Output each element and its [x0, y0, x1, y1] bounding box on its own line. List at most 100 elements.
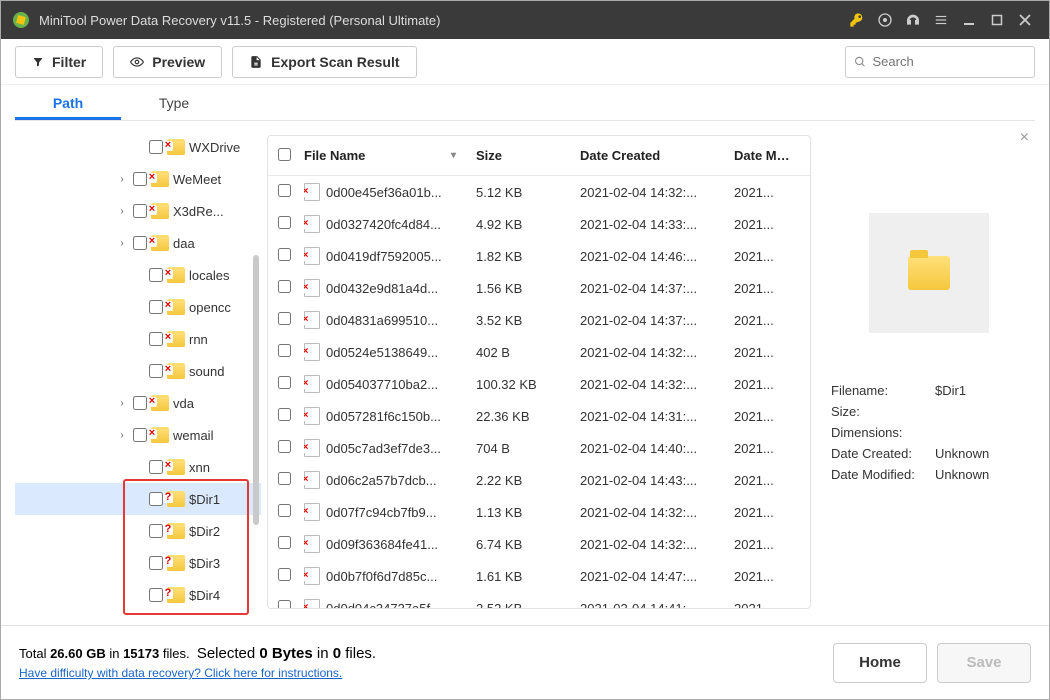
column-name[interactable]: File Name▾ — [304, 148, 476, 163]
tree-checkbox[interactable] — [149, 556, 163, 570]
column-modified[interactable]: Date Modif — [734, 148, 800, 163]
key-icon[interactable] — [843, 6, 871, 34]
tree-node[interactable]: $Dir3 — [15, 547, 261, 579]
row-checkbox[interactable] — [278, 408, 291, 421]
row-checkbox[interactable] — [278, 248, 291, 261]
row-checkbox[interactable] — [278, 216, 291, 229]
file-row[interactable]: 0d0419df7592005...1.82 KB2021-02-04 14:4… — [268, 240, 810, 272]
file-size: 2.52 KB — [476, 601, 580, 609]
file-size: 1.82 KB — [476, 249, 580, 264]
tree-node-label: locales — [189, 268, 229, 283]
tree-checkbox[interactable] — [149, 588, 163, 602]
preview-close-icon[interactable]: × — [1020, 129, 1029, 147]
tree-checkbox[interactable] — [149, 524, 163, 538]
expander-icon[interactable]: › — [115, 174, 129, 185]
tree-checkbox[interactable] — [133, 428, 147, 442]
meta-created-key: Date Created: — [831, 446, 935, 461]
titlebar: MiniTool Power Data Recovery v11.5 - Reg… — [1, 1, 1049, 39]
disc-icon[interactable] — [871, 6, 899, 34]
tree-checkbox[interactable] — [133, 236, 147, 250]
row-checkbox[interactable] — [278, 344, 291, 357]
home-button[interactable]: Home — [833, 643, 927, 683]
tree-checkbox[interactable] — [149, 268, 163, 282]
save-button[interactable]: Save — [937, 643, 1031, 683]
tree-node[interactable]: sound — [15, 355, 261, 387]
tree-node[interactable]: ›daa — [15, 227, 261, 259]
tree-node-label: X3dRe... — [173, 204, 224, 219]
column-created[interactable]: Date Created — [580, 148, 734, 163]
tree-node[interactable]: $Dir4 — [15, 579, 261, 611]
file-row[interactable]: 0d0327420fc4d84...4.92 KB2021-02-04 14:3… — [268, 208, 810, 240]
file-row[interactable]: 0d0432e9d81a4d...1.56 KB2021-02-04 14:37… — [268, 272, 810, 304]
file-name: 0d09f363684fe41... — [326, 537, 438, 552]
file-row[interactable]: 0d0d04c34737a5f...2.52 KB2021-02-04 14:4… — [268, 592, 810, 608]
tree-checkbox[interactable] — [149, 332, 163, 346]
row-checkbox[interactable] — [278, 440, 291, 453]
filter-button[interactable]: Filter — [15, 46, 103, 78]
search-input[interactable] — [873, 54, 1027, 69]
file-row[interactable]: 0d09f363684fe41...6.74 KB2021-02-04 14:3… — [268, 528, 810, 560]
row-checkbox[interactable] — [278, 280, 291, 293]
file-row[interactable]: 0d054037710ba2...100.32 KB2021-02-04 14:… — [268, 368, 810, 400]
tree-node[interactable]: xnn — [15, 451, 261, 483]
meta-filename-key: Filename: — [831, 383, 935, 398]
file-row[interactable]: 0d0524e5138649...402 B2021-02-04 14:32:.… — [268, 336, 810, 368]
row-checkbox[interactable] — [278, 536, 291, 549]
headphones-icon[interactable] — [899, 6, 927, 34]
row-checkbox[interactable] — [278, 568, 291, 581]
tree-node[interactable]: $Dir2 — [15, 515, 261, 547]
tree-node[interactable]: rnn — [15, 323, 261, 355]
row-checkbox[interactable] — [278, 600, 291, 608]
expander-icon[interactable]: › — [115, 206, 129, 217]
row-checkbox[interactable] — [278, 312, 291, 325]
select-all-checkbox[interactable] — [278, 148, 291, 161]
file-created: 2021-02-04 14:40:... — [580, 441, 734, 456]
tab-type[interactable]: Type — [121, 85, 227, 120]
expander-icon[interactable]: › — [115, 430, 129, 441]
minimize-icon[interactable] — [955, 6, 983, 34]
tree-checkbox[interactable] — [149, 140, 163, 154]
file-row[interactable]: 0d00e45ef36a01b...5.12 KB2021-02-04 14:3… — [268, 176, 810, 208]
file-row[interactable]: 0d06c2a57b7dcb...2.22 KB2021-02-04 14:43… — [268, 464, 810, 496]
file-row[interactable]: 0d0b7f0f6d7d85c...1.61 KB2021-02-04 14:4… — [268, 560, 810, 592]
export-button[interactable]: Export Scan Result — [232, 46, 416, 78]
close-icon[interactable] — [1011, 6, 1039, 34]
tree-checkbox[interactable] — [133, 172, 147, 186]
row-checkbox[interactable] — [278, 504, 291, 517]
row-checkbox[interactable] — [278, 472, 291, 485]
file-row[interactable]: 0d04831a699510...3.52 KB2021-02-04 14:37… — [268, 304, 810, 336]
maximize-icon[interactable] — [983, 6, 1011, 34]
tree-node[interactable]: ›vda — [15, 387, 261, 419]
tree-node[interactable]: locales — [15, 259, 261, 291]
tree-checkbox[interactable] — [133, 204, 147, 218]
tree-checkbox[interactable] — [149, 460, 163, 474]
file-list: File Name▾ Size Date Created Date Modif … — [267, 135, 811, 609]
row-checkbox[interactable] — [278, 376, 291, 389]
expander-icon[interactable]: › — [115, 238, 129, 249]
row-checkbox[interactable] — [278, 184, 291, 197]
tab-path[interactable]: Path — [15, 85, 121, 120]
column-size[interactable]: Size — [476, 148, 580, 163]
tree-node[interactable]: › X3dRe... — [15, 195, 261, 227]
tree-checkbox[interactable] — [149, 300, 163, 314]
tree-node[interactable]: $Dir1 — [15, 483, 261, 515]
tree-checkbox[interactable] — [149, 492, 163, 506]
tree-node[interactable]: ›wemail — [15, 419, 261, 451]
tree-checkbox[interactable] — [149, 364, 163, 378]
expander-icon[interactable]: › — [115, 398, 129, 409]
tree-checkbox[interactable] — [133, 396, 147, 410]
tree-scrollbar-thumb[interactable] — [253, 255, 259, 525]
search-box[interactable] — [845, 46, 1035, 78]
folder-tree[interactable]: WXDrive›WeMeet›X3dRe...›daalocalesopencc… — [15, 125, 261, 619]
tree-node[interactable]: WXDrive — [15, 131, 261, 163]
tree-node[interactable]: ›WeMeet — [15, 163, 261, 195]
preview-button[interactable]: Preview — [113, 46, 222, 78]
menu-icon[interactable] — [927, 6, 955, 34]
tabs: Path Type — [15, 85, 1035, 121]
file-row[interactable]: 0d07f7c94cb7fb9...1.13 KB2021-02-04 14:3… — [268, 496, 810, 528]
file-row[interactable]: 0d05c7ad3ef7de3...704 B2021-02-04 14:40:… — [268, 432, 810, 464]
file-name: 0d0b7f0f6d7d85c... — [326, 569, 437, 584]
help-link[interactable]: Have difficulty with data recovery? Clic… — [19, 666, 376, 680]
tree-node[interactable]: opencc — [15, 291, 261, 323]
file-row[interactable]: 0d057281f6c150b...22.36 KB2021-02-04 14:… — [268, 400, 810, 432]
